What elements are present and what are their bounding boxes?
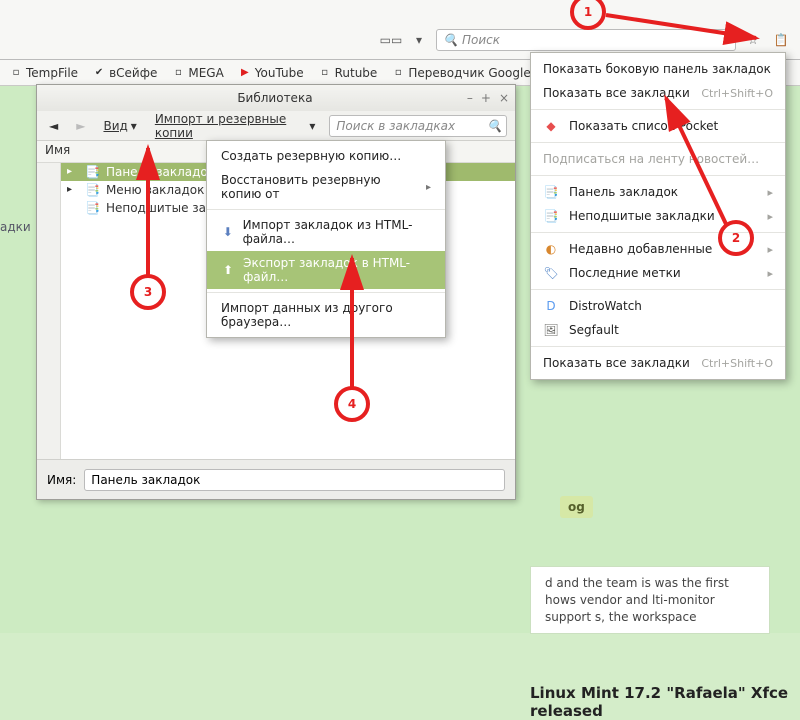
page-icon: ▫ (9, 66, 23, 80)
menu-tags[interactable]: 🏷Последние метки▸ (531, 261, 785, 285)
chevron-right-icon: ▸ (767, 267, 773, 280)
library-search-input[interactable]: Поиск в закладках 🔍 (329, 115, 507, 137)
favicon: 🖼 (543, 323, 559, 337)
menu-item-create-backup[interactable]: Создать резервную копию… (207, 144, 445, 168)
menu-folder-toolbar[interactable]: 📑Панель закладок▸ (531, 180, 785, 204)
maximize-icon[interactable]: + (481, 91, 491, 105)
minimize-icon[interactable]: – (467, 91, 473, 105)
export-icon: ⬆ (221, 263, 235, 277)
page-excerpt: d and the team is was the first hows ven… (530, 566, 770, 634)
pocket-icon: ◆ (543, 119, 559, 133)
footer-name-label: Имя: (47, 473, 76, 487)
library-sidebar (37, 163, 61, 459)
browser-toolbar: ▭▭ ▾ 🔍 Поиск ☆ 📋 (0, 0, 800, 60)
page-icon: ▫ (391, 66, 405, 80)
folder-icon: 📑 (85, 165, 100, 179)
separator (531, 289, 785, 290)
chevron-right-icon: ▸ (767, 210, 773, 223)
expand-icon[interactable]: ▸ (67, 166, 79, 178)
annotation-3: 3 (130, 274, 166, 310)
menu-pocket[interactable]: ◆Показать список Pocket (531, 114, 785, 138)
truncated-label: адки (0, 220, 31, 234)
back-button[interactable]: ◄ (45, 117, 62, 135)
tag-icon: 🏷 (543, 266, 559, 280)
youtube-icon: ▶ (238, 66, 252, 80)
import-backup-dropdown: Создать резервную копию… Восстановить ре… (206, 140, 446, 338)
favicon: D (543, 299, 559, 313)
menu-show-sidebar[interactable]: Показать боковую панель закладок (531, 57, 785, 81)
annotation-4: 4 (334, 386, 370, 422)
separator (531, 346, 785, 347)
separator (531, 142, 785, 143)
dropdown-icon[interactable]: ▾ (408, 29, 430, 51)
expand-icon[interactable]: ▸ (67, 184, 79, 196)
folder-icon: 📑 (85, 183, 100, 197)
reader-mode-icon[interactable]: ▭▭ (380, 29, 402, 51)
bookmarks-dropdown: Показать боковую панель закладок Показат… (530, 52, 786, 380)
menu-show-all[interactable]: Показать все закладкиCtrl+Shift+O (531, 81, 785, 105)
menu-bookmark-distrowatch[interactable]: DDistroWatch (531, 294, 785, 318)
chevron-right-icon: ▸ (767, 186, 773, 199)
library-toolbar: ◄ ► Вид ▾ Импорт и резервные копии ▾ Пои… (37, 111, 515, 141)
library-footer: Имя: (37, 459, 515, 499)
annotation-2: 2 (718, 220, 754, 256)
folder-icon: 📑 (543, 185, 559, 199)
separator (207, 209, 445, 210)
menu-item-import-browser[interactable]: Импорт данных из другого браузера… (207, 296, 445, 334)
separator (207, 292, 445, 293)
bookmark-item[interactable]: ▫MEGA (166, 64, 228, 82)
bookmark-item[interactable]: ✔вСейфе (87, 64, 162, 82)
recent-icon: ◐ (543, 242, 559, 256)
menu-item-export-html[interactable]: ⬆Экспорт закладок в HTML-файл… (207, 251, 445, 289)
page-subtitle: Linux Mint 17.2 "Rafaela" Xfce released (530, 684, 800, 720)
page-icon: ▫ (318, 66, 332, 80)
page-icon: ▫ (171, 66, 185, 80)
footer-name-input[interactable] (84, 469, 505, 491)
library-title: Библиотека (83, 91, 467, 105)
folder-icon: 📑 (85, 201, 100, 215)
star-icon[interactable]: ☆ (742, 29, 764, 51)
chevron-right-icon: ▸ (426, 182, 431, 193)
search-input[interactable]: 🔍 Поиск (436, 29, 736, 51)
separator (531, 175, 785, 176)
search-icon: 🔍 (487, 119, 502, 133)
page-heading: og (560, 496, 593, 518)
folder-icon: 📑 (543, 209, 559, 223)
view-menu[interactable]: Вид ▾ (99, 117, 140, 135)
menu-item-restore-backup[interactable]: Восстановить резервную копию от▸ (207, 168, 445, 206)
bookmark-item[interactable]: ▫Rutube (313, 64, 383, 82)
library-titlebar[interactable]: Библиотека – + × (37, 85, 515, 111)
forward-button[interactable]: ► (72, 117, 89, 135)
import-icon: ⬇ (221, 225, 235, 239)
page-icon: ✔ (92, 66, 106, 80)
menu-show-all-bottom[interactable]: Показать все закладкиCtrl+Shift+O (531, 351, 785, 375)
search-icon: 🔍 (443, 33, 458, 47)
chevron-right-icon: ▸ (767, 243, 773, 256)
menu-item-import-html[interactable]: ⬇Импорт закладок из HTML-файла… (207, 213, 445, 251)
close-icon[interactable]: × (499, 91, 509, 105)
search-placeholder: Поиск (462, 33, 500, 47)
clipboard-icon[interactable]: 📋 (770, 29, 792, 51)
menu-subscribe: Подписаться на ленту новостей… (531, 147, 785, 171)
bookmark-item[interactable]: ▫TempFile (4, 64, 83, 82)
bookmark-item[interactable]: ▫Переводчик Google (386, 64, 535, 82)
bookmark-item[interactable]: ▶YouTube (233, 64, 309, 82)
menu-bookmark-segfault[interactable]: 🖼Segfault (531, 318, 785, 342)
separator (531, 109, 785, 110)
import-backup-menu[interactable]: Импорт и резервные копии ▾ (151, 110, 320, 142)
